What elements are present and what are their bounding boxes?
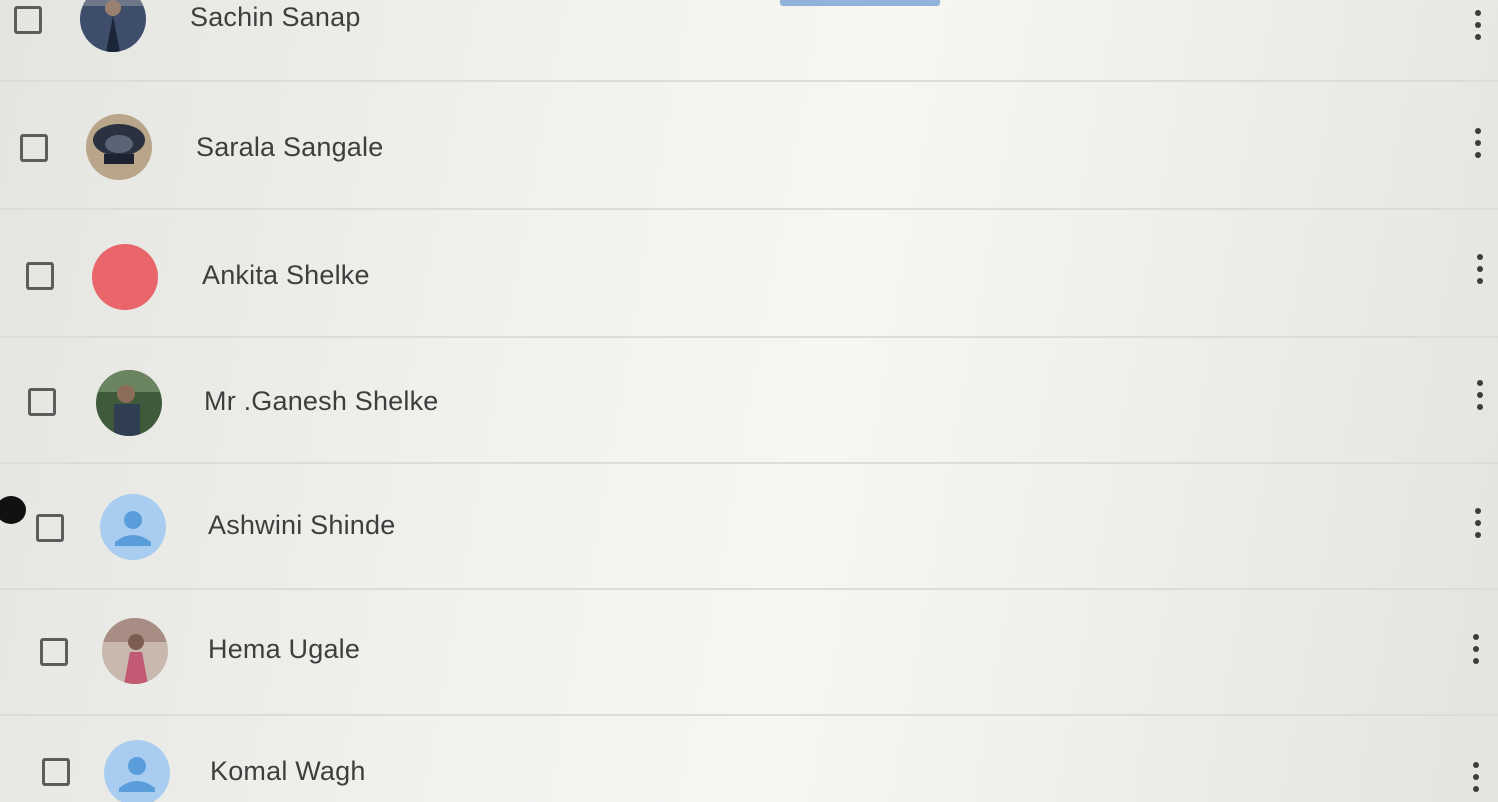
contact-avatar (92, 244, 158, 310)
person-icon (115, 511, 151, 546)
select-checkbox[interactable] (14, 6, 42, 34)
select-checkbox[interactable] (42, 758, 70, 786)
contact-row[interactable]: Ashwini Shinde (0, 462, 1498, 590)
more-vert-icon[interactable] (1470, 760, 1482, 794)
select-checkbox[interactable] (26, 262, 54, 290)
contact-avatar (100, 494, 166, 560)
contact-name: Mr .Ganesh Shelke (204, 386, 439, 416)
contact-name: Hema Ugale (208, 634, 361, 664)
contact-avatar (96, 370, 162, 436)
contact-row[interactable]: Sachin Sanap (0, 0, 1498, 82)
contact-row[interactable]: Sarala Sangale (0, 82, 1498, 210)
more-vert-icon[interactable] (1472, 8, 1484, 42)
contact-row[interactable]: Hema Ugale (0, 588, 1498, 716)
contact-row[interactable]: Mr .Ganesh Shelke (0, 336, 1498, 464)
contact-avatar (102, 618, 168, 684)
contact-name: Ankita Shelke (202, 260, 370, 290)
more-vert-icon[interactable] (1472, 126, 1484, 160)
contact-name: Sarala Sangale (196, 132, 384, 162)
contact-name: Ashwini Shinde (208, 510, 396, 540)
contact-avatar (80, 0, 146, 52)
contact-avatar (86, 114, 152, 180)
select-checkbox[interactable] (20, 134, 48, 162)
photo-avatar-icon (96, 370, 162, 436)
more-vert-icon[interactable] (1474, 378, 1486, 412)
contact-name: Sachin Sanap (190, 2, 361, 32)
select-checkbox[interactable] (28, 388, 56, 416)
select-checkbox[interactable] (36, 514, 64, 542)
person-icon (119, 757, 155, 792)
more-vert-icon[interactable] (1474, 252, 1486, 286)
contact-avatar (104, 740, 170, 802)
photo-avatar-icon (80, 0, 146, 52)
select-checkbox[interactable] (40, 638, 68, 666)
contacts-screen: Sachin Sanap Sarala Sangale Ankita Shelk… (0, 0, 1498, 802)
contact-row[interactable]: Ankita Shelke (0, 210, 1498, 338)
photo-avatar-icon (86, 114, 152, 180)
more-vert-icon[interactable] (1470, 632, 1482, 666)
contact-name: Komal Wagh (210, 756, 366, 786)
more-vert-icon[interactable] (1472, 506, 1484, 540)
photo-avatar-icon (102, 618, 168, 684)
contact-row[interactable]: Komal Wagh (0, 714, 1498, 802)
